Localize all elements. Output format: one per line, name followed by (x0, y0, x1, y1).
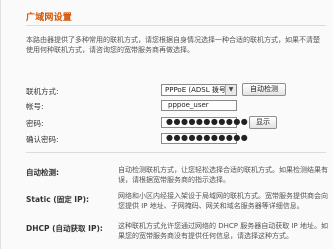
help-label-dhcp: DHCP (自动获取 IP): (26, 224, 103, 233)
account-label: 帐号: (26, 102, 44, 111)
connection-type-label: 联机方式: (26, 87, 59, 96)
connection-type-select[interactable]: PPPoE (ADSL 拨号) ▼ (161, 84, 237, 96)
help-text-static-ip: 网络和小区内经接入架设于局域网的联机方式。宽带服务提供商会向您提供 IP 地址、… (118, 192, 328, 210)
password-label: 密码: (26, 119, 44, 128)
help-text-dhcp: 这种联机方式允许您通过网络的 DHCP 服务器自动获取 IP 地址。如果您的宽带… (118, 222, 328, 240)
wan-settings-page: 广域网设置 本路由器提供了多种常用的联机方式，请您根据自身情况选择一种合适的联机… (0, 0, 333, 249)
confirm-password-input[interactable]: ●●●●●●●●●●● (161, 133, 248, 144)
auto-detect-button[interactable]: 自动检测 (242, 83, 286, 96)
help-divider (26, 152, 326, 153)
title-divider (26, 25, 326, 26)
connection-type-value: PPPoE (ADSL 拨号) (165, 86, 229, 94)
account-input[interactable]: pppoe_user (161, 100, 237, 111)
password-input[interactable]: ●●●●●●●●●●● (161, 117, 248, 128)
confirm-password-label: 确认密码: (26, 135, 59, 144)
help-text-auto-detect: 自动检测联机方式，让您轻松选择合适的联机方式。如果检测结果有误，请根据宽带服务商… (118, 166, 328, 184)
chevron-down-icon[interactable]: ▼ (225, 85, 236, 95)
help-label-static-ip: Static (固定 IP): (26, 195, 90, 204)
intro-text: 本路由器提供了多种常用的联机方式，请您根据自身情况选择一种合适的联机方式，如果不… (26, 36, 320, 54)
page-title: 广域网设置 (26, 13, 73, 23)
help-label-auto-detect: 自动检测: (26, 168, 59, 177)
show-password-button[interactable]: 显示 (249, 116, 277, 129)
